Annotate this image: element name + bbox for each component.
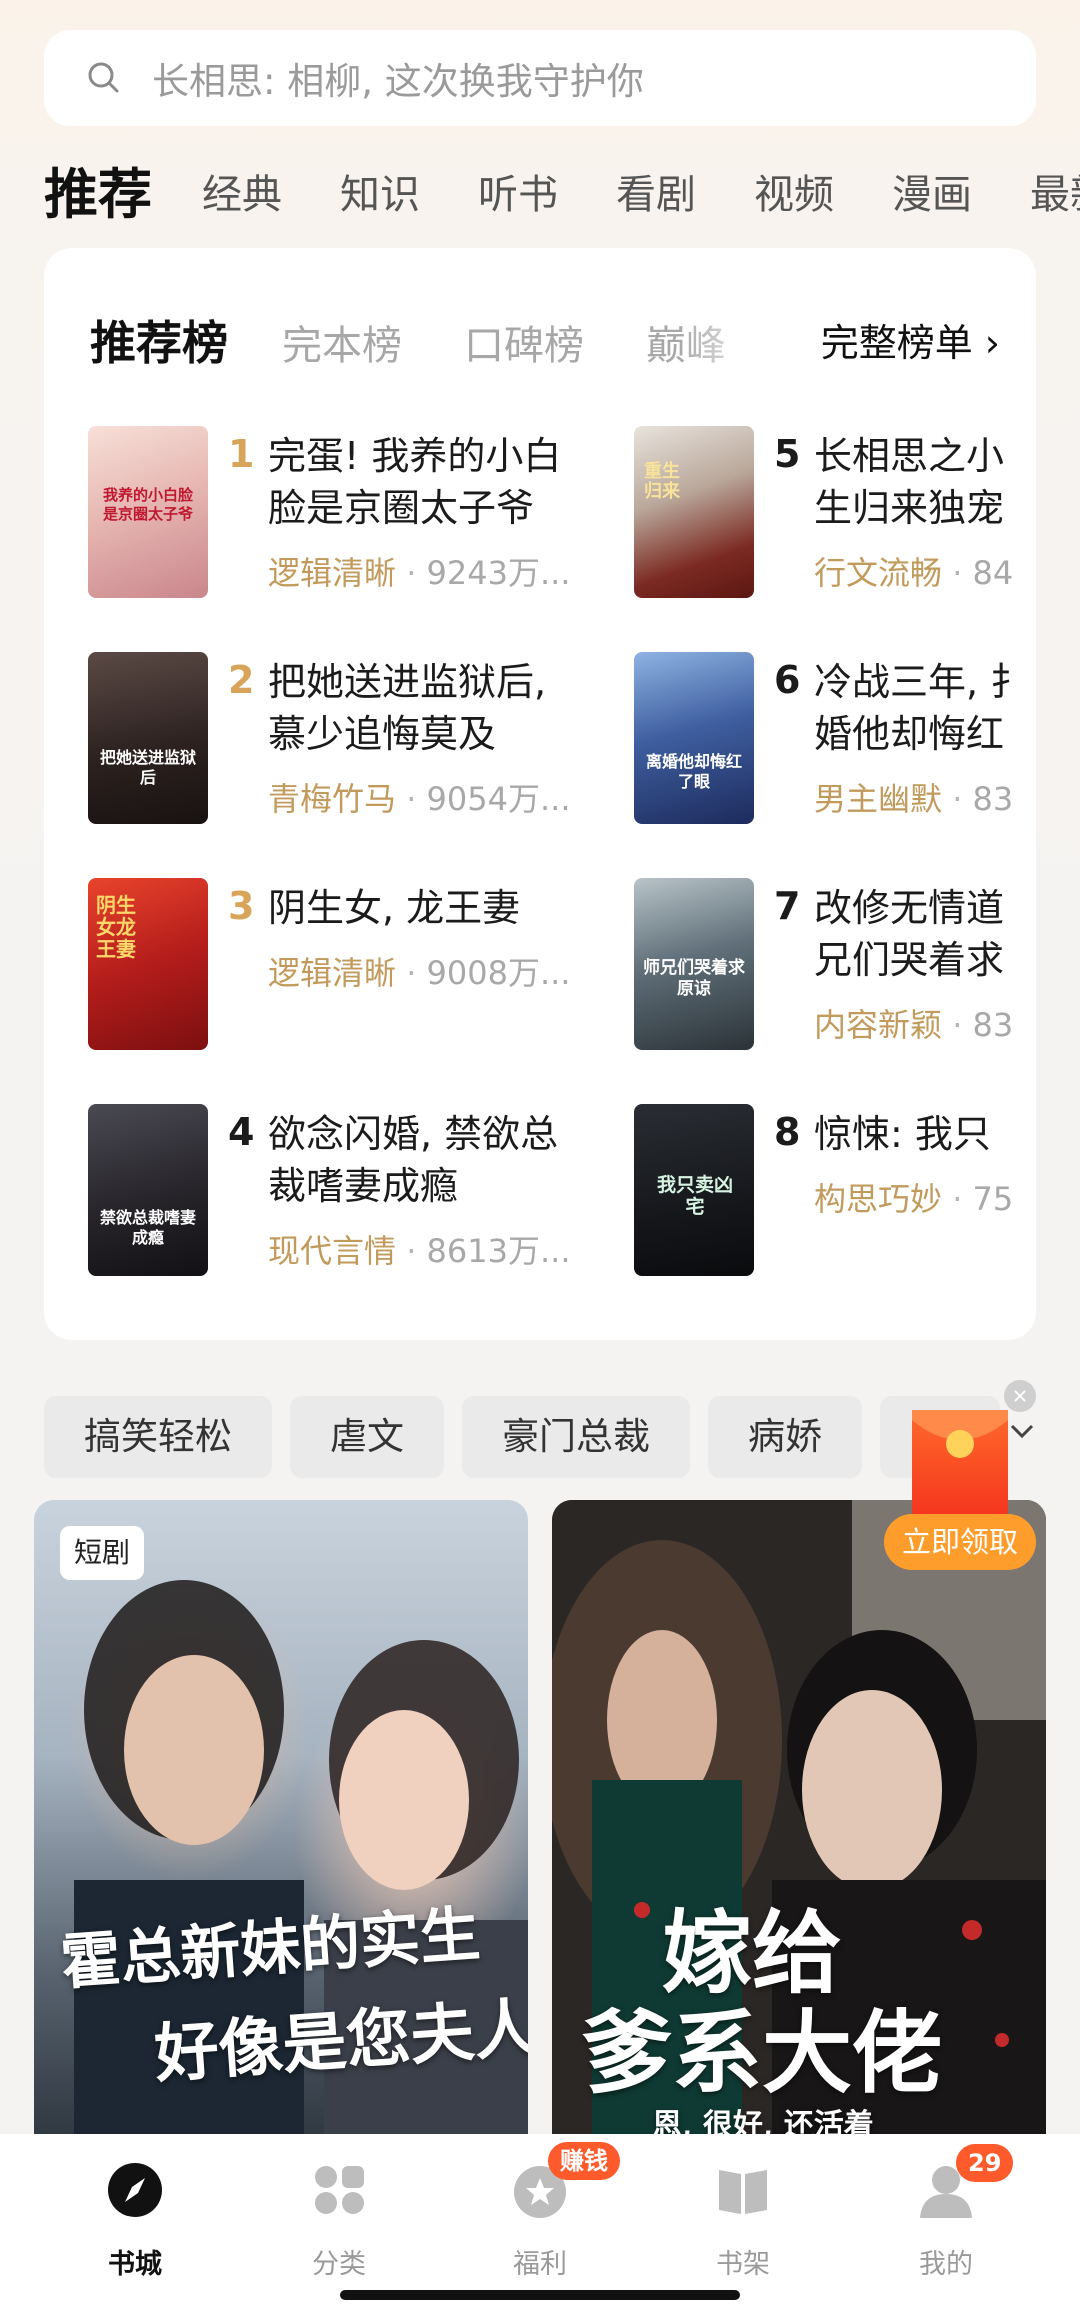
- ranking-item[interactable]: 阴生女龙王妻 3 阴生女, 龙王妻 逻辑清晰 · 9008万...: [88, 878, 628, 1058]
- rank-number: 3: [228, 884, 255, 928]
- rank-number: 1: [228, 432, 255, 476]
- tab-recommend-rank[interactable]: 推荐榜: [90, 308, 228, 378]
- book-cover: 我养的小白脸是京圈太子爷: [88, 426, 208, 598]
- ranking-list: 我养的小白脸是京圈太子爷 1 完蛋! 我养的小白 脸是京圈太子爷 逻辑清晰 · 9…: [44, 426, 1036, 1326]
- chevron-down-icon[interactable]: [1002, 1412, 1042, 1452]
- tab-knowledge[interactable]: 知识: [340, 150, 420, 240]
- book-meta: 构思巧妙 · 75: [814, 1180, 1014, 1218]
- nav-label: 我的: [919, 2249, 973, 2280]
- cover-text: 师兄们哭着求原谅: [643, 958, 745, 999]
- book-meta: 青梅竹马 · 9054万...: [268, 780, 571, 818]
- book-title: 欲念闪婚, 禁欲总 裁嗜妻成瘾: [268, 1112, 559, 1208]
- nav-bookshelf[interactable]: 书架: [635, 2148, 851, 2288]
- home-indicator: [340, 2290, 740, 2300]
- cover-text: 禁欲总裁嗜妻成瘾: [99, 1208, 196, 1247]
- nav-bookstore[interactable]: 书城: [27, 2148, 243, 2288]
- ranking-card: 推荐榜完本榜口碑榜巅峰 完整榜单 › 我养的小白脸是京圈太子爷 1 完蛋! 我养…: [44, 248, 1036, 1340]
- search-icon: [88, 62, 119, 93]
- claim-reward-button[interactable]: 立即领取: [884, 1514, 1036, 1570]
- badge-short-drama: 短剧: [60, 1526, 145, 1580]
- rank-number: 6: [774, 658, 801, 702]
- chip-angst[interactable]: 虐文: [290, 1396, 444, 1478]
- nav-welfare[interactable]: 福利 赚钱: [432, 2142, 648, 2288]
- notification-count-badge: 29: [956, 2144, 1014, 2182]
- ranking-item[interactable]: 禁欲总裁嗜妻成瘾 4 欲念闪婚, 禁欲总 裁嗜妻成瘾 现代言情 · 8613万..…: [88, 1104, 628, 1284]
- grid-icon: [315, 2166, 364, 2214]
- ranking-item[interactable]: 重生归来 5 长相思之小 生归来独宠 行文流畅 · 84: [634, 426, 1036, 606]
- book-title: 长相思之小 生归来独宠: [814, 434, 1005, 530]
- tab-comic[interactable]: 漫画: [892, 150, 972, 240]
- book-cover: 禁欲总裁嗜妻成瘾: [88, 1104, 208, 1276]
- rank-number: 8: [774, 1110, 801, 1154]
- book-cover: 重生归来: [634, 426, 754, 598]
- tab-reputation-rank[interactable]: 口碑榜: [464, 311, 584, 381]
- earn-badge: 赚钱: [548, 2142, 620, 2180]
- ranking-tabs: 推荐榜完本榜口碑榜巅峰 完整榜单 ›: [90, 308, 1010, 378]
- tab-completed-rank[interactable]: 完本榜: [282, 311, 402, 381]
- cover-text: 把她送进监狱后: [99, 748, 196, 787]
- feed-card-novel[interactable]: 嫁给 爹系大佬 恩, 很好, 还活着: [552, 1500, 1046, 2140]
- book-title: 冷战三年, 扌婚他却悔红: [814, 660, 1029, 756]
- ranking-item[interactable]: 我养的小白脸是京圈太子爷 1 完蛋! 我养的小白 脸是京圈太子爷 逻辑清晰 · 9…: [88, 426, 628, 606]
- nav-label: 福利: [513, 2249, 567, 2280]
- chip-yandere[interactable]: 病娇: [708, 1396, 862, 1478]
- tab-classic[interactable]: 经典: [202, 150, 282, 240]
- book-title: 改修无情道 兄们哭着求: [814, 886, 1005, 982]
- nav-category[interactable]: 分类: [231, 2148, 447, 2288]
- tab-latest[interactable]: 最新: [1030, 150, 1080, 240]
- book-meta: 内容新颖 · 83: [814, 1006, 1014, 1044]
- close-icon[interactable]: [1004, 1380, 1036, 1412]
- book-cover: 离婚他却悔红了眼: [634, 652, 754, 824]
- book-cover: 阴生女龙王妻: [88, 878, 208, 1050]
- nav-profile[interactable]: 我的 29: [838, 2144, 1054, 2288]
- nav-label: 书架: [716, 2249, 770, 2280]
- book-cover: 把她送进监狱后: [88, 652, 208, 824]
- cover-text: 重生归来: [644, 461, 680, 502]
- search-placeholder: 长相思: 相柳, 这次换我守护你: [152, 60, 644, 103]
- book-meta: 现代言情 · 8613万...: [268, 1232, 571, 1270]
- book-icon: [719, 2170, 767, 2214]
- cover-text: 阴生女龙王妻: [96, 893, 136, 961]
- compass-icon: [108, 2163, 162, 2217]
- rank-number: 5: [774, 432, 801, 476]
- channel-tabs: 推荐经典知识听书看剧视频漫画最新: [44, 150, 1080, 240]
- nav-label: 书城: [108, 2249, 162, 2280]
- tab-audiobook[interactable]: 听书: [478, 150, 558, 240]
- rank-number: 4: [228, 1110, 255, 1154]
- book-title: 惊悚: 我只: [814, 1112, 991, 1156]
- book-title: 完蛋! 我养的小白 脸是京圈太子爷: [268, 434, 562, 530]
- rank-number: 2: [228, 658, 255, 702]
- feed-card-drama[interactable]: 短剧 霍总新妹的实生 好像是您夫人: [34, 1500, 528, 2140]
- book-title: 阴生女, 龙王妻: [268, 886, 521, 930]
- poster-title-2: 爹系大佬: [582, 2000, 942, 2106]
- red-packet-icon[interactable]: [912, 1410, 1008, 1520]
- ranking-item[interactable]: 离婚他却悔红了眼 6 冷战三年, 扌婚他却悔红 男主幽默 · 83: [634, 652, 1036, 832]
- ranking-item[interactable]: 师兄们哭着求原谅 7 改修无情道 兄们哭着求 内容新颖 · 83: [634, 878, 1036, 1058]
- book-cover: 师兄们哭着求原谅: [634, 878, 754, 1050]
- search-bar[interactable]: 长相思: 相柳, 这次换我守护你: [44, 30, 1036, 126]
- book-meta: 行文流畅 · 84: [814, 554, 1014, 592]
- book-meta: 逻辑清晰 · 9008万...: [268, 954, 571, 992]
- chip-ceo[interactable]: 豪门总裁: [462, 1396, 690, 1478]
- cover-text: 离婚他却悔红了眼: [645, 752, 742, 791]
- rank-number: 7: [774, 884, 801, 928]
- cover-text: 我养的小白脸是京圈太子爷: [102, 486, 193, 523]
- nav-label: 分类: [312, 2249, 366, 2280]
- book-title: 把她送进监狱后, 慕少追悔莫及: [268, 660, 547, 756]
- book-meta: 逻辑清晰 · 9243万...: [268, 554, 571, 592]
- tab-recommend[interactable]: 推荐: [44, 150, 152, 240]
- ranking-item[interactable]: 我只卖凶宅 8 惊悚: 我只 构思巧妙 · 75: [634, 1104, 1036, 1284]
- tab-video[interactable]: 视频: [754, 150, 834, 240]
- cover-text: 我只卖凶宅: [656, 1174, 733, 1218]
- ranking-item[interactable]: 把她送进监狱后 2 把她送进监狱后, 慕少追悔莫及 青梅竹马 · 9054万...: [88, 652, 628, 832]
- chip-comedy[interactable]: 搞笑轻松: [44, 1396, 272, 1478]
- book-cover: 我只卖凶宅: [634, 1104, 754, 1276]
- tab-drama[interactable]: 看剧: [616, 150, 696, 240]
- book-meta: 男主幽默 · 83: [814, 780, 1014, 818]
- full-ranking-link[interactable]: 完整榜单 ›: [821, 308, 1000, 378]
